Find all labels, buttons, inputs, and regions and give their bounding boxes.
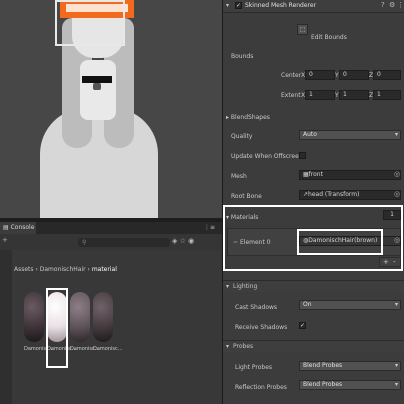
root-bone-label: Root Bone [231, 193, 262, 200]
mesh-label: Mesh [231, 173, 247, 180]
avatar-choker [82, 76, 112, 83]
material-selection-highlight [46, 288, 68, 368]
mesh-value: front [308, 171, 323, 178]
center-z-field[interactable]: 0 [373, 70, 401, 80]
material-thumbnail [93, 292, 113, 342]
edit-bounds-icon: ⬚ [299, 26, 306, 33]
object-picker-icon[interactable]: ◎ [394, 190, 400, 198]
receive-shadows-label: Receive Shadows [235, 324, 288, 331]
overflow-icon[interactable]: ⋮ [397, 1, 404, 9]
material-item[interactable]: Damonisc... [24, 292, 54, 354]
center-x-field[interactable]: 0 [305, 70, 335, 80]
material-item-label: Damonisc... [70, 346, 100, 352]
more-icon[interactable]: ⋮≡ [204, 224, 215, 231]
edit-bounds-button[interactable]: ⬚ [297, 24, 308, 35]
expand-arrow-icon[interactable]: ▾ [226, 2, 229, 9]
console-icon: ▤ [3, 224, 11, 231]
project-folder-strip[interactable] [0, 250, 12, 404]
component-enabled-checkbox[interactable]: ✓ [235, 2, 242, 9]
blendshapes-foldout[interactable]: ▸ BlendShapes [226, 114, 270, 121]
project-search-input[interactable]: ⚲ [78, 238, 170, 247]
probes-section-header[interactable]: ▾ Probes [223, 340, 404, 352]
avatar-pendant [93, 83, 101, 90]
element-highlight-box [297, 229, 383, 255]
selection-highlight-box [55, 0, 125, 46]
bounds-label: Bounds [231, 53, 254, 60]
breadcrumb-assets[interactable]: Assets [14, 266, 34, 273]
receive-shadows-checkbox[interactable]: ✓ [299, 322, 306, 329]
search-icon: ⚲ [82, 239, 87, 246]
component-header: ▾ ✓ Skinned Mesh Renderer ? ⚙ ⋮ [223, 0, 404, 13]
extent-label: Extent [281, 92, 301, 99]
object-picker-icon[interactable]: ◎ [394, 170, 400, 178]
material-item[interactable]: Damonisc... [93, 292, 123, 354]
light-probes-label: Light Probes [235, 364, 273, 371]
tab-console[interactable]: ▤ Console [0, 222, 36, 234]
settings-icon[interactable]: ⚙ [389, 1, 395, 9]
console-tab-bar: ▤ Console ⋮≡ [0, 222, 222, 234]
material-item-label: Damonisc... [24, 346, 54, 352]
material-thumbnail [70, 292, 90, 342]
material-item-label: Damonisc... [93, 346, 123, 352]
update-offscreen-label: Update When Offscreen [231, 153, 303, 160]
scene-view[interactable] [0, 0, 222, 218]
material-thumbnail [24, 292, 44, 342]
center-y-field[interactable]: 0 [339, 70, 369, 80]
breadcrumb-damonischhair[interactable]: DamonischHair [40, 266, 86, 273]
update-offscreen-checkbox[interactable] [299, 152, 306, 159]
cast-shadows-label: Cast Shadows [235, 304, 278, 311]
center-label: Center [281, 72, 302, 79]
avatar-robe [40, 108, 158, 218]
blendshapes-label: BlendShapes [230, 114, 270, 121]
eye-icon[interactable]: ◉ [188, 237, 194, 245]
reflection-probes-dropdown[interactable]: Blend Probes [299, 380, 401, 390]
probes-label: Probes [233, 343, 254, 350]
breadcrumb-material[interactable]: material [92, 266, 117, 273]
extent-z-field[interactable]: 1 [373, 90, 401, 100]
mesh-field[interactable]: ▦front [299, 170, 401, 180]
probes-foldout-arrow-icon: ▾ [226, 343, 230, 350]
help-icon[interactable]: ? [381, 1, 385, 9]
quality-dropdown[interactable]: Auto [299, 130, 401, 140]
reflection-probes-label: Reflection Probes [235, 384, 287, 391]
extent-y-field[interactable]: 1 [339, 90, 369, 100]
lighting-foldout-arrow-icon: ▾ [226, 283, 230, 290]
tab-console-label: Console [10, 224, 35, 231]
component-title: Skinned Mesh Renderer [245, 2, 317, 9]
root-bone-field[interactable]: ↗head (Transform) [299, 190, 401, 200]
cast-shadows-dropdown[interactable]: On [299, 300, 401, 310]
edit-bounds-label: Edit Bounds [311, 34, 347, 41]
star-icon[interactable]: ☆ [180, 237, 186, 245]
project-toolbar-icons: ◈ ☆ ◉ [172, 237, 194, 245]
quality-label: Quality [231, 133, 253, 140]
lighting-label: Lighting [233, 283, 258, 290]
inspector-panel: ▾ ✓ Skinned Mesh Renderer ? ⚙ ⋮ ⬚ Edit B… [222, 0, 404, 404]
extent-x-field[interactable]: 1 [305, 90, 335, 100]
light-probes-dropdown[interactable]: Blend Probes [299, 361, 401, 371]
avatar-neck [80, 60, 116, 120]
breadcrumb: Assets › DamonischHair › material [14, 266, 117, 273]
add-icon[interactable]: + [2, 236, 8, 244]
material-item[interactable]: Damonisc... [70, 292, 100, 354]
lighting-section-header[interactable]: ▾ Lighting [223, 280, 404, 292]
filter-icon[interactable]: ◈ [172, 237, 177, 245]
